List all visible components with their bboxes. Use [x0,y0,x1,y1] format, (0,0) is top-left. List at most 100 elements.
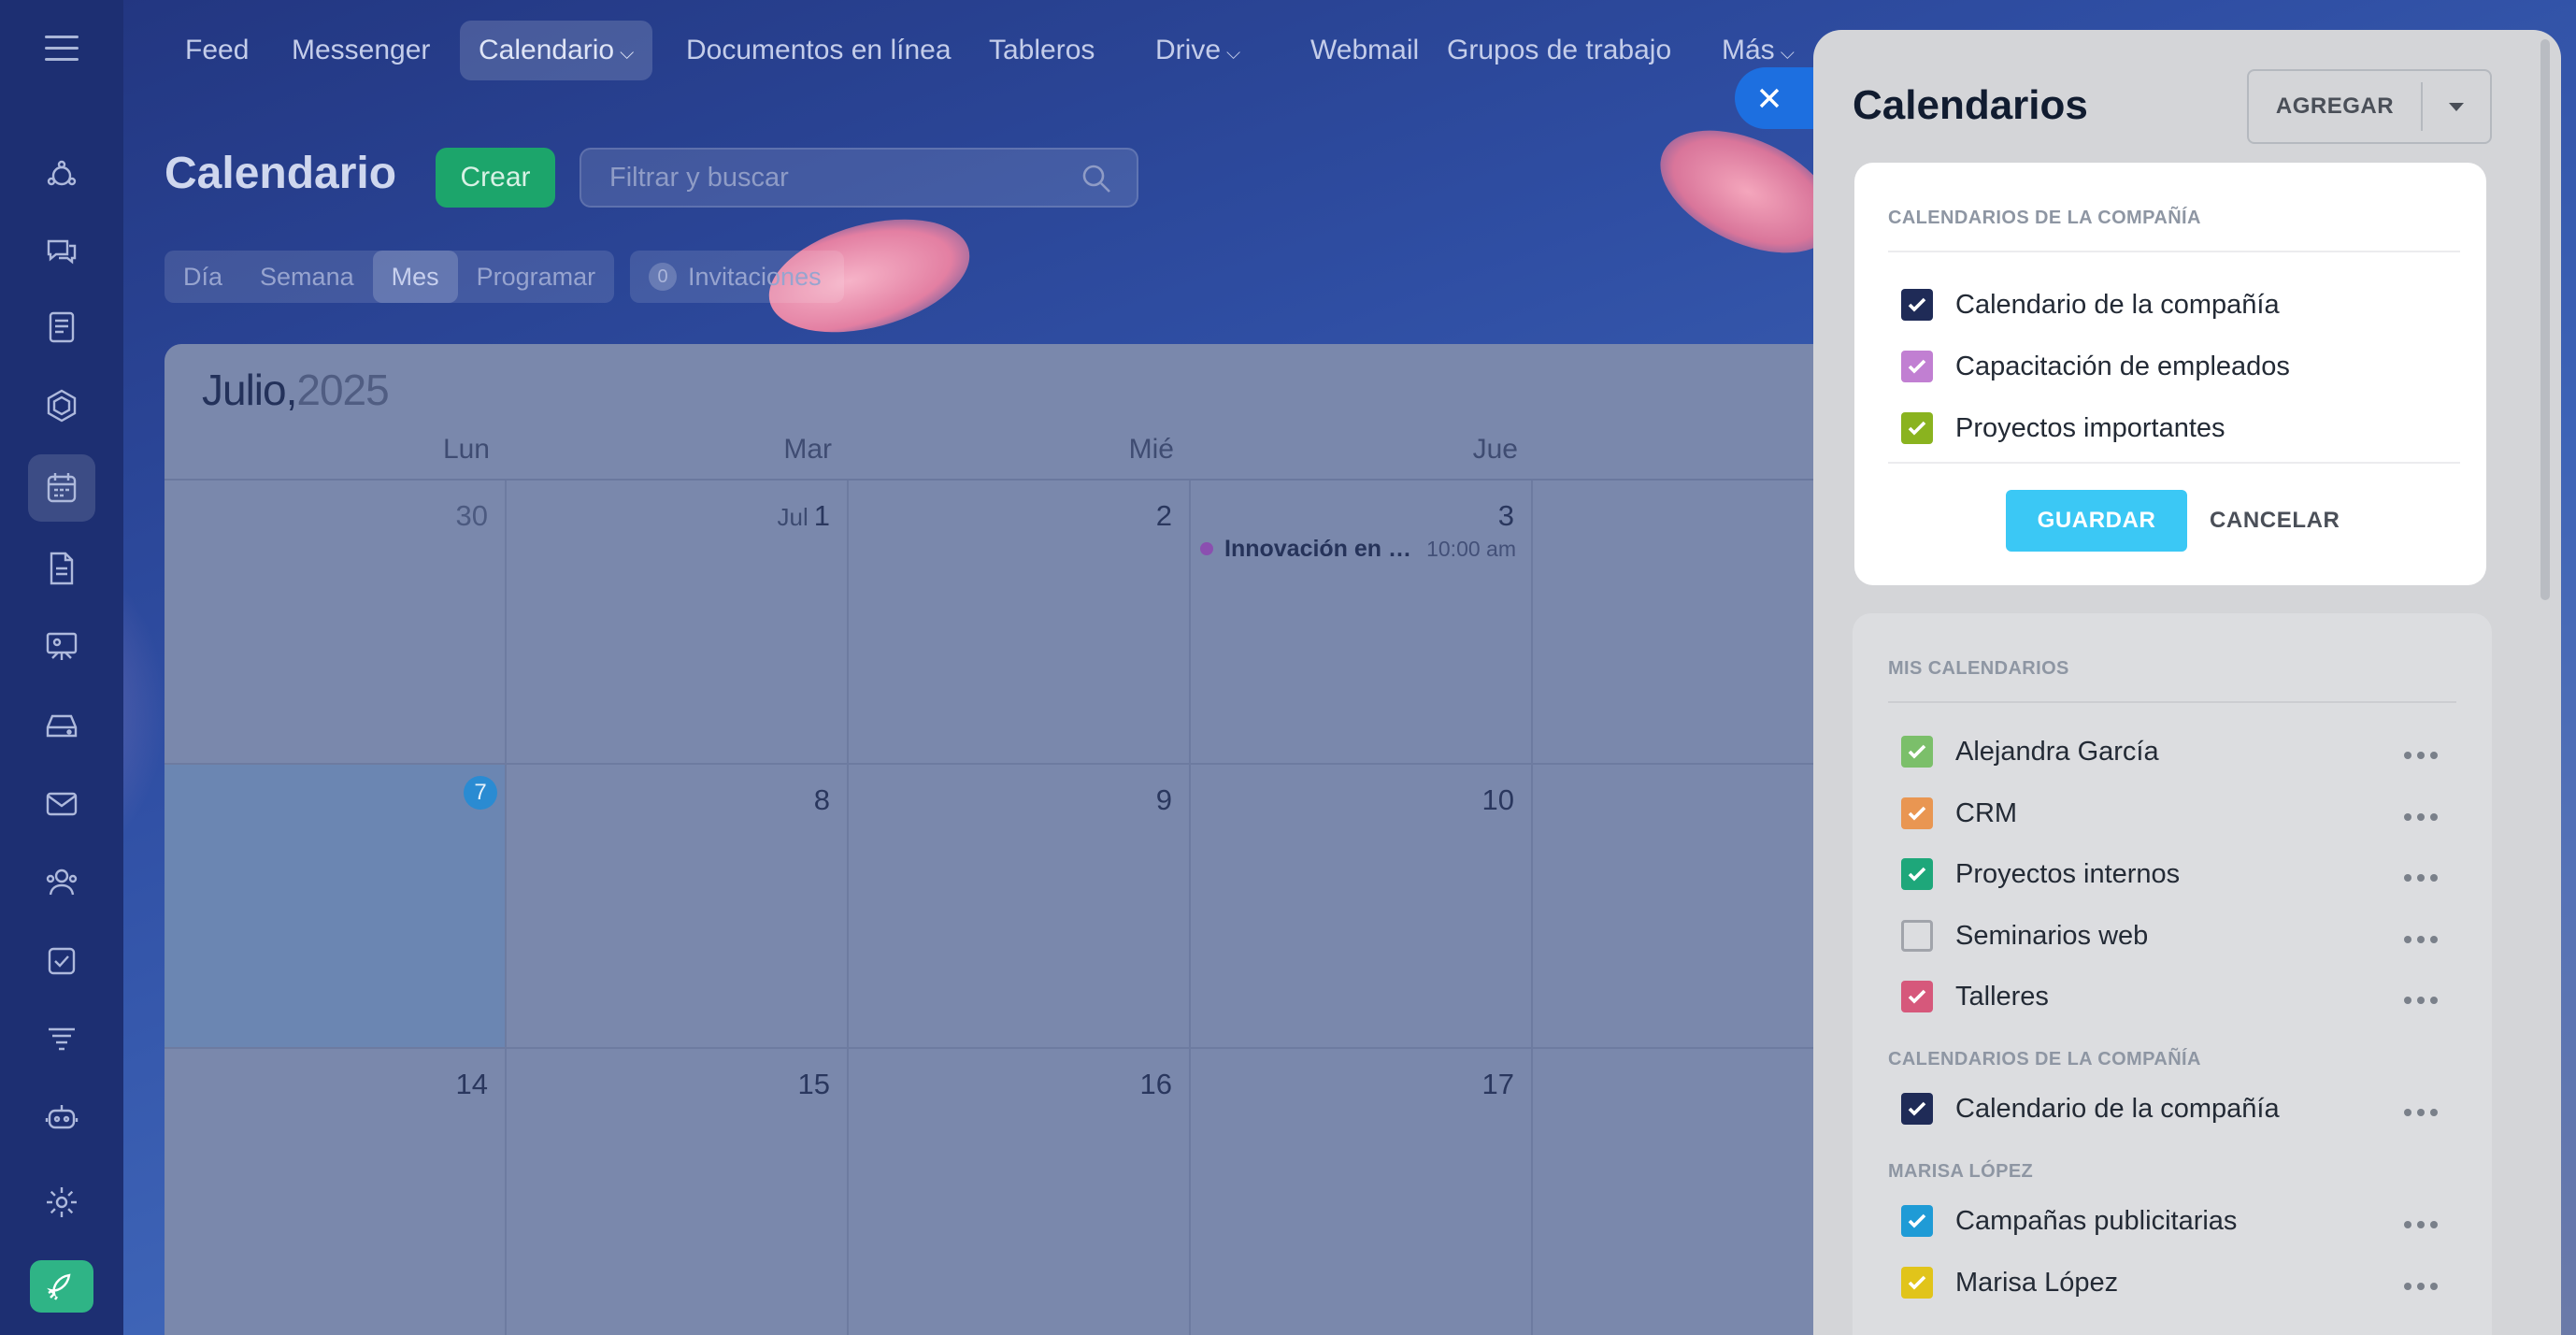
popup-calendar-row[interactable]: Capacitación de empleados [1901,346,2290,387]
add-button-label[interactable]: AGREGAR [2249,71,2421,142]
nav-tableros[interactable]: Tableros [970,21,1113,80]
hamburger-icon[interactable] [45,36,79,64]
checkbox[interactable] [1901,351,1933,382]
presentation-icon[interactable] [28,613,95,681]
nav-webmail[interactable]: Webmail [1292,21,1438,80]
sites-icon[interactable] [28,372,95,439]
filter-icon[interactable] [28,1006,95,1073]
calendars-panel: Calendarios AGREGAR CALENDARIOS DE LA CO… [1813,30,2561,1335]
day-cell[interactable]: 15 [507,1049,849,1335]
event-title: Innovación en ac... [1224,535,1420,562]
tab-programar[interactable]: Programar [458,251,615,303]
chat-icon[interactable] [28,217,95,284]
day-cell[interactable] [1533,765,1847,1049]
more-options-icon[interactable] [2404,1283,2438,1292]
nav-documentos[interactable]: Documentos en línea [667,21,970,80]
weekday-header: Mié [1128,434,1174,465]
day-cell[interactable]: Jul 1 [507,481,849,765]
robot-icon[interactable] [28,1084,95,1152]
calendar-row[interactable]: Campañas publicitarias [1901,1200,2237,1242]
calendar-row[interactable]: Seminarios web [1901,915,2148,956]
nav-calendario[interactable]: Calendario ⌵ [460,21,653,80]
calendar-row[interactable]: Talleres [1901,976,2049,1017]
day-number: 16 [1139,1068,1172,1100]
day-cell[interactable]: 16 [849,1049,1191,1335]
calendar-icon[interactable] [28,454,95,522]
checkmark-icon [1908,297,1926,312]
close-panel-button[interactable] [1735,67,1813,129]
checkbox[interactable] [1901,412,1933,444]
checkmark-icon [1908,1101,1926,1116]
day-cell[interactable]: 3 Innovación en ac... 10:00 am [1191,481,1533,765]
checkbox[interactable] [1901,289,1933,321]
nav-feed[interactable]: Feed [166,21,267,80]
calendar-event[interactable]: Innovación en ac... 10:00 am [1200,533,1516,565]
create-button[interactable]: Crear [436,148,555,208]
section-title-compania: CALENDARIOS DE LA COMPAÑÍA [1888,1049,2201,1069]
add-dropdown-toggle[interactable] [2423,71,2490,142]
nav-messenger[interactable]: Messenger [273,21,449,80]
day-cell[interactable]: 14 [165,1049,507,1335]
close-icon [1759,88,1780,108]
checkbox[interactable] [1901,1205,1933,1237]
more-options-icon[interactable] [2404,1109,2438,1118]
tab-mes[interactable]: Mes [372,251,458,303]
save-button[interactable]: GUARDAR [2006,490,2187,552]
activity-stream-icon[interactable] [28,142,95,209]
groups-icon[interactable] [28,849,95,916]
tab-dia[interactable]: Día [165,251,241,303]
day-number: 2 [1155,499,1172,532]
settings-icon[interactable] [28,1169,95,1236]
invitations-button[interactable]: 0 Invitaciones [630,251,844,303]
day-cell[interactable]: 17 [1191,1049,1533,1335]
day-cell[interactable] [1533,481,1847,765]
more-options-icon[interactable] [2404,813,2438,823]
popup-section-title: CALENDARIOS DE LA COMPAÑÍA [1888,208,2201,228]
more-options-icon[interactable] [2404,936,2438,945]
calendar-row[interactable]: Marisa López [1901,1262,2118,1303]
checkbox[interactable] [1901,797,1933,829]
search-icon[interactable] [1080,163,1112,194]
document-icon[interactable] [28,535,95,602]
day-cell[interactable]: 30 [165,481,507,765]
event-time: 10:00 am [1426,536,1516,561]
panel-title: Calendarios [1853,82,2088,128]
search-input[interactable] [609,150,1058,206]
calendar-row[interactable]: CRM [1901,793,2017,834]
tasks-icon[interactable] [28,927,95,995]
nav-grupos[interactable]: Grupos de trabajo [1428,21,1690,80]
month-calendar: Julio,2025 Lun Mar Mié Jue 30 Jul 1 2 3 I… [165,344,1847,1335]
checkbox[interactable] [1901,858,1933,890]
calendar-row[interactable]: Alejandra García [1901,731,2159,772]
day-cell[interactable]: 8 [507,765,849,1049]
checkbox[interactable] [1901,920,1933,952]
calendar-row[interactable]: Calendario de la compañía [1901,1088,2280,1129]
checkbox[interactable] [1901,1093,1933,1125]
feed-icon[interactable] [28,294,95,361]
day-cell-today[interactable]: 7 [165,765,507,1049]
drive-icon[interactable] [28,692,95,759]
cancel-button[interactable]: CANCELAR [2210,490,2340,552]
tab-semana[interactable]: Semana [241,251,373,303]
popup-calendar-row[interactable]: Proyectos importantes [1901,408,2225,449]
more-options-icon[interactable] [2404,997,2438,1006]
day-cell[interactable] [1533,1049,1847,1335]
checkbox[interactable] [1901,1267,1933,1299]
checkbox[interactable] [1901,736,1933,768]
day-cell[interactable]: 10 [1191,765,1533,1049]
more-options-icon[interactable] [2404,1221,2438,1230]
more-options-icon[interactable] [2404,752,2438,761]
checkbox[interactable] [1901,981,1933,1012]
checkmark-icon [1908,867,1926,882]
mail-icon[interactable] [28,770,95,838]
calendar-row[interactable]: Proyectos internos [1901,854,2180,895]
popup-calendar-row[interactable]: Calendario de la compañía [1901,284,2280,325]
day-cell[interactable]: 9 [849,765,1191,1049]
nav-drive[interactable]: Drive ⌵ [1137,21,1259,80]
rocket-icon[interactable] [30,1260,93,1313]
panel-scrollbar[interactable] [2540,39,2550,600]
more-options-icon[interactable] [2404,874,2438,883]
day-cell[interactable]: 2 [849,481,1191,765]
chevron-down-icon: ⌵ [1226,43,1241,64]
chevron-down-icon: ⌵ [1780,43,1795,64]
